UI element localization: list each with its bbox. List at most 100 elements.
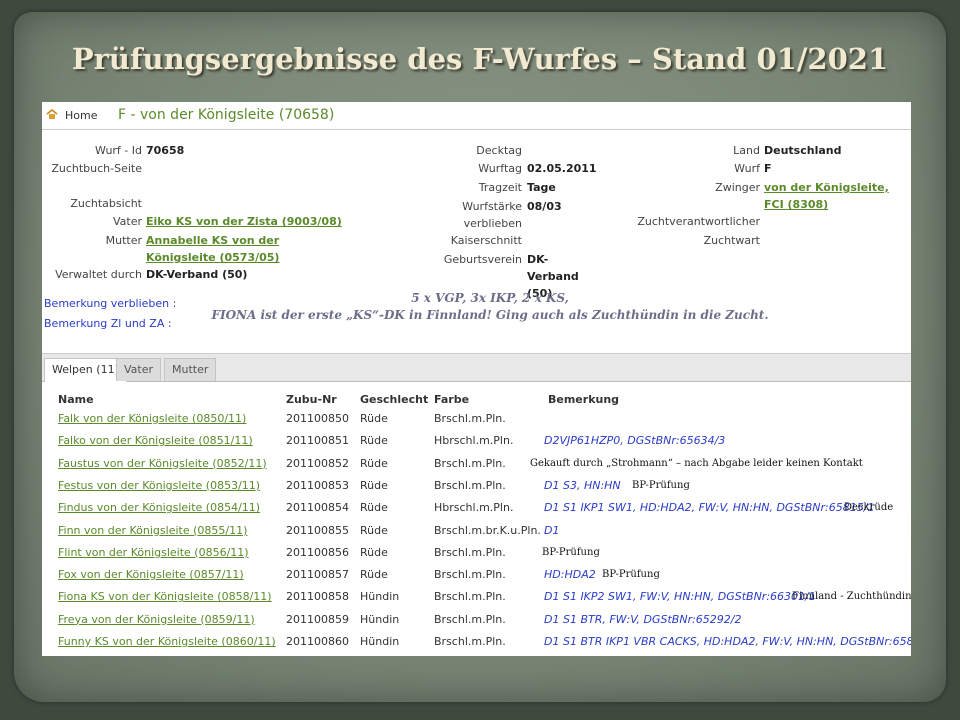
top-bar: Home F - von der Königsleite (70658) [42,102,911,130]
value-wurfstaerke: 08/03 [527,200,562,213]
handwritten-note: BP-Prüfung [632,479,690,491]
value-wurf: F [764,162,772,175]
label-land: Land [733,144,760,157]
handwritten-note: BP-Prüfung [602,569,660,581]
column-header-name[interactable]: Name [58,393,94,406]
puppy-name-link[interactable]: Finn von der Königsleite (0855/11) [58,524,247,537]
value-verwaltet: DK-Verband (50) [146,268,248,281]
puppy-name-link[interactable]: Faustus von der Königsleite (0852/11) [58,457,267,470]
label-mutter: Mutter [105,234,142,247]
label-wurf: Wurf [734,162,760,175]
column-header-zubu[interactable]: Zubu-Nr [286,393,337,406]
puppy-name-link[interactable]: Falk von der Königsleite (0850/11) [58,412,246,425]
value-land: Deutschland [764,144,842,157]
table-row: Flint von der Königsleite (0856/11) 20110… [42,542,911,564]
puppy-name-link[interactable]: Festus von der Königsleite (0853/11) [58,479,260,492]
color-cell: Hbrschl.m.Pln. [434,434,514,448]
label-zuchtbuch-seite: Zuchtbuch-Seite [51,162,142,175]
color-cell: Brschl.m.br.K.u.Pln. [434,523,541,537]
link-mutter[interactable]: Annabelle KS von der Königsleite (0573/0… [146,232,342,266]
sex-cell: Hündin [360,590,400,604]
label-zwinger: Zwinger [715,181,760,194]
sex-cell: Hündin [360,612,400,626]
label-decktag: Decktag [476,144,522,157]
column-header-sex[interactable]: Geschlecht [360,393,428,406]
label-tragzeit: Tragzeit [478,181,522,194]
remark-cell: D2VJP61HZP0, DGStBNr:65634/3 [544,434,726,448]
tab-mutter[interactable]: Mutter [164,358,217,381]
puppy-name-link[interactable]: Fox von der Königsleite (0857/11) [58,568,244,581]
zubu-number: 201100857 [286,568,349,582]
column-header-remark[interactable]: Bemerkung [548,393,619,406]
table-row: Freya von der Königsleite (0859/11) 20110… [42,609,911,631]
table-row: Finn von der Königsleite (0855/11) 201100… [42,520,911,542]
table-row: Falko von der Königsleite (0851/11) 20110… [42,430,911,452]
remark-cell: D1 S1 BTR IKP1 VBR CACKS, HD:HDA2, FW:V,… [544,635,911,648]
sex-cell: Rüde [360,478,388,492]
handwritten-note: Gekauft durch „Strohmann“ – nach Abgabe … [530,457,863,469]
table-row: Fiona KS von der Königsleite (0858/11) 20… [42,586,911,608]
label-zuchtverantwortlicher: Zuchtverantwortlicher [637,215,760,228]
tab-welpen[interactable]: Welpen (11) [44,358,127,382]
tabs-bar: Welpen (11) Vater Mutter [42,353,911,382]
remark-cell: D1 S1 BTR, FW:V, DGStBNr:65292/2 [544,612,742,626]
label-vater: Vater [112,215,142,228]
label-wurfstaerke: Wurfstärke verblieben [462,200,522,230]
puppy-name-link[interactable]: Funny KS von der Königsleite (0860/11) [58,635,276,648]
color-cell: Brschl.m.Pln. [434,635,506,648]
sex-cell: Rüde [360,412,388,425]
value-wurftag: 02.05.2011 [527,162,597,175]
sex-cell: Rüde [360,568,388,582]
color-cell: Brschl.m.Pln. [434,590,506,604]
sex-cell: Rüde [360,434,388,448]
remark-cell: D1 S1 IKP1 SW1, HD:HDA2, FW:V, HN:HN, DG… [544,501,875,515]
home-icon[interactable] [46,109,58,119]
zubu-number: 201100850 [286,412,349,425]
sex-cell: Rüde [360,501,388,515]
puppy-name-link[interactable]: Fiona KS von der Königsleite (0858/11) [58,590,272,603]
puppy-name-link[interactable]: Freya von der Königsleite (0859/11) [58,613,255,626]
sex-cell: Rüde [360,523,388,537]
overlay-remark-line2: FIONA ist der erste „KS“-DK in Finnland!… [211,308,769,322]
zubu-number: 201100852 [286,456,349,470]
tab-vater[interactable]: Vater [116,358,162,381]
color-cell: Brschl.m.Pln. [434,545,506,559]
color-cell: Brschl.m.Pln. [434,456,506,470]
value-wurf-id: 70658 [146,144,185,157]
litter-panel: Home F - von der Königsleite (70658) Wur… [42,102,911,656]
zubu-number: 201100859 [286,612,349,626]
zubu-number: 201100854 [286,501,349,515]
page-title: F - von der Königsleite (70658) [118,107,335,123]
remark-cell: D1 S1 IKP2 SW1, FW:V, HN:HN, DGStBNr:663… [544,590,816,604]
home-link[interactable]: Home [65,109,97,122]
zubu-number: 201100853 [286,478,349,492]
label-kaiserschnitt: Kaiserschnitt [450,234,522,247]
link-vater[interactable]: Eiko KS von der Zista (9003/08) [146,213,342,230]
puppy-name-link[interactable]: Flint von der Königsleite (0856/11) [58,546,249,559]
color-cell: Brschl.m.Pln. [434,612,506,626]
zubu-number: 201100855 [286,523,349,537]
color-cell: Brschl.m.Pln. [434,568,506,582]
label-verwaltet: Verwaltet durch [55,268,142,281]
remark-zl-za-label: Bemerkung Zl und ZA : [44,317,172,330]
handwritten-note: Finnland - Zuchthündin [792,591,911,603]
puppy-name-link[interactable]: Findus von der Königsleite (0854/11) [58,501,260,514]
table-row: Festus von der Königsleite (0853/11) 2011… [42,475,911,497]
handwritten-note: BP-Prüfung [542,546,600,558]
column-header-color[interactable]: Farbe [434,393,469,406]
zubu-number: 201100860 [286,635,349,648]
link-zwinger[interactable]: von der Königsleite, FCI (8308) [764,179,904,213]
table-row: Falk von der Königsleite (0850/11) 201100… [42,408,911,430]
table-row: Faustus von der Königsleite (0852/11) 201… [42,453,911,475]
label-geburtsverein: Geburtsverein [443,253,522,266]
remark-verblieben-label: Bemerkung verblieben : [44,297,177,310]
sex-cell: Hündin [360,635,400,648]
remark-cell: HD:HDA2 [544,568,596,582]
overlay-remark-line1: 5 x VGP, 3x IKP, 2 x KS, [411,291,569,305]
label-zuchtwart: Zuchtwart [703,234,760,247]
zubu-number: 201100851 [286,434,349,448]
remark-cell: D1 [544,523,560,537]
handwritten-note: Deckrüde [844,502,894,514]
puppy-name-link[interactable]: Falko von der Königsleite (0851/11) [58,434,253,447]
zubu-number: 201100856 [286,545,349,559]
